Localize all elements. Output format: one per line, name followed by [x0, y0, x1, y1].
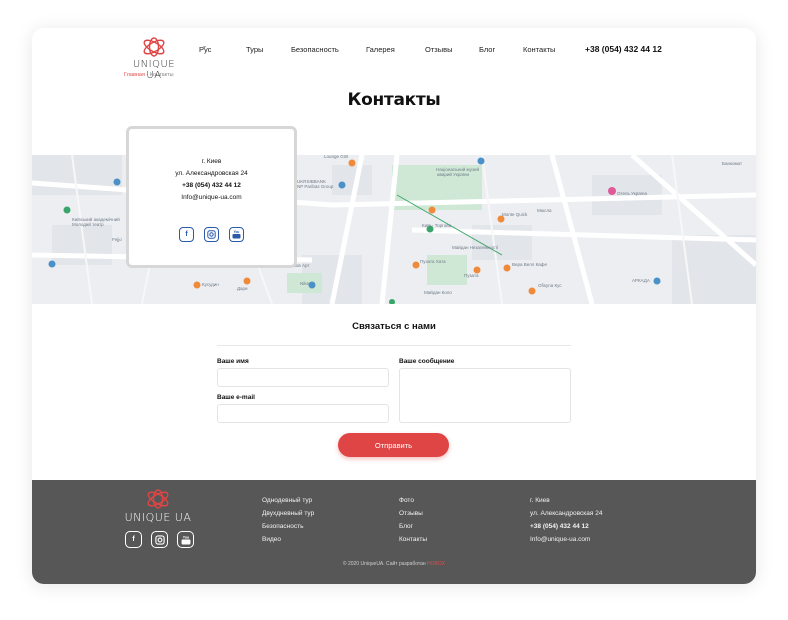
site-footer: UNIQUE UA f You Однодевный тур Двухдневн…	[32, 480, 756, 584]
email-label: Ваше e-mail	[217, 394, 255, 401]
nav-item-safety[interactable]: Безопасность	[291, 45, 339, 54]
footer-link-blog[interactable]: Блог	[399, 520, 427, 533]
page-title: Контакты	[347, 90, 441, 110]
contact-info-card: г. Киев ул. Александровская 24 +38 (054)…	[126, 126, 297, 268]
svg-text:Вера Велл Кафе: Вера Велл Кафе	[512, 262, 547, 267]
chevron-down-icon: ▼	[202, 45, 207, 51]
svg-text:Молодий театр: Молодий театр	[72, 221, 104, 227]
name-input[interactable]	[217, 368, 389, 387]
footer-link-two-day-tour[interactable]: Двухдневный тур	[262, 507, 314, 520]
submit-button[interactable]: Отправить	[338, 433, 449, 457]
contact-street: ул. Александровская 24	[175, 170, 248, 177]
contact-lines: г. Киев ул. Александровская 24 +38 (054)…	[129, 156, 294, 204]
svg-text:АРКАДА: АРКАДА	[632, 278, 650, 283]
contact-phone[interactable]: +38 (054) 432 44 12	[129, 180, 294, 192]
svg-text:Monte Quick: Monte Quick	[502, 212, 528, 217]
logo-icon	[143, 37, 165, 57]
footer-links-media: Фото Отзывы Блог Контакты	[399, 494, 427, 546]
footer-logo-text: UNIQUE UA	[124, 511, 192, 524]
footer-city: г. Киев	[530, 497, 550, 504]
copyright: © 2020 UniqueUA. Сайт разработан HOBOX	[32, 561, 756, 567]
name-label: Ваше имя	[217, 358, 249, 365]
svg-text:Отель Україна: Отель Україна	[617, 191, 647, 196]
svg-text:Пузата: Пузата	[464, 273, 479, 278]
youtube-icon[interactable]: You	[229, 227, 244, 242]
facebook-icon[interactable]: f	[125, 531, 142, 548]
contact-social-icons: f You	[129, 227, 294, 242]
footer-logo[interactable]: UNIQUE UA	[124, 488, 192, 524]
svg-text:You: You	[182, 535, 188, 539]
youtube-icon[interactable]: You	[177, 531, 194, 548]
footer-email[interactable]: Info@unique-ua.com	[530, 533, 602, 546]
footer-phone[interactable]: +38 (054) 432 44 12	[530, 520, 602, 533]
footer-link-video[interactable]: Видео	[262, 533, 314, 546]
copyright-text: © 2020 UniqueUA. Сайт разработан	[342, 561, 426, 567]
svg-text:Fejjo: Fejjo	[112, 237, 122, 242]
breadcrumb-home-link[interactable]: Главная	[124, 72, 145, 78]
chevron-down-icon: ⌄	[249, 45, 254, 51]
message-label: Ваше сообщение	[399, 358, 455, 365]
footer-link-safety[interactable]: Безопасность	[262, 520, 314, 533]
chevron-down-icon: ⌄	[369, 45, 374, 51]
contact-email[interactable]: Info@unique-ua.com	[129, 192, 294, 204]
facebook-icon[interactable]: f	[179, 227, 194, 242]
message-textarea[interactable]	[399, 368, 571, 423]
svg-text:You: You	[234, 230, 240, 234]
contact-city: г. Киев	[201, 158, 222, 165]
footer-link-reviews[interactable]: Отзывы	[399, 507, 427, 520]
svg-text:BNP Paribas Group: BNP Paribas Group	[294, 184, 334, 189]
instagram-icon[interactable]	[204, 227, 219, 242]
nav-item-reviews[interactable]: Отзывы	[425, 45, 452, 54]
svg-text:аварий України: аварий України	[437, 171, 469, 177]
form-title: Связаться с нами	[352, 321, 436, 332]
breadcrumb: Главная - Контакты	[124, 72, 174, 78]
footer-social-icons: f You	[125, 531, 194, 548]
breadcrumb-current: Контакты	[149, 72, 174, 78]
svg-text:Майдан Коло: Майдан Коло	[424, 289, 452, 295]
footer-link-photo[interactable]: Фото	[399, 494, 427, 507]
footer-link-one-day-tour[interactable]: Однодевный тур	[262, 494, 314, 507]
instagram-icon[interactable]	[151, 531, 168, 548]
svg-text:Банкомат: Банкомат	[722, 161, 742, 166]
nav-item-contacts[interactable]: Контакты	[523, 45, 555, 54]
nav-item-blog[interactable]: Блог	[479, 45, 495, 54]
svg-text:Lounge Grill: Lounge Grill	[324, 155, 348, 159]
svg-text:Дари: Дари	[237, 286, 248, 291]
svg-text:Кусудин: Кусудин	[202, 282, 219, 287]
svg-text:Мюсла: Мюсла	[537, 208, 552, 213]
footer-link-contacts[interactable]: Контакты	[399, 533, 427, 546]
developer-link[interactable]: HOBOX	[427, 561, 445, 567]
form-divider	[217, 345, 571, 346]
svg-text:Nike: Nike	[300, 281, 309, 286]
footer-contacts: г. Киев ул. Александровская 24 +38 (054)…	[530, 494, 602, 546]
email-input[interactable]	[217, 404, 389, 423]
logo-icon	[147, 489, 169, 509]
svg-text:Київ - Торгова...: Київ - Торгова...	[422, 223, 455, 228]
page-card: UNIQUE UA Рус ▼ Туры ⌄ Безопасность Галере…	[32, 28, 756, 584]
svg-text:Пузата Хата: Пузата Хата	[420, 259, 446, 264]
breadcrumb-separator: -	[146, 72, 149, 78]
header-phone[interactable]: +38 (054) 432 44 12	[585, 44, 662, 54]
svg-text:Ofisyna Кус: Ofisyna Кус	[538, 283, 562, 288]
footer-street: ул. Александровская 24	[530, 510, 603, 517]
svg-text:Майдан Незалежності: Майдан Незалежності	[452, 244, 498, 250]
footer-links-tours: Однодевный тур Двухдневный тур Безопасно…	[262, 494, 314, 546]
